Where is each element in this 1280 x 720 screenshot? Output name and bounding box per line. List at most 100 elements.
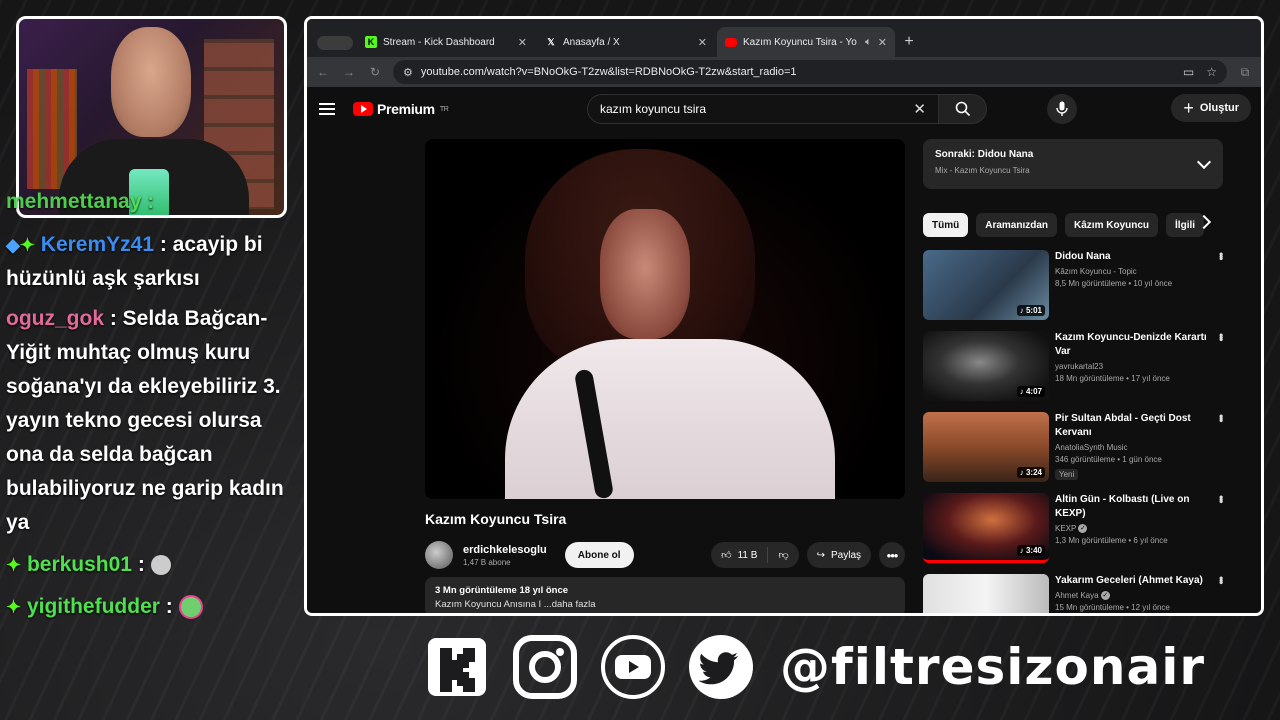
chat-message: ✦ yigithefudder : bbox=[6, 590, 300, 624]
clear-search-icon[interactable]: ✕ bbox=[913, 100, 926, 118]
video-thumbnail[interactable]: ♪ 3:24 bbox=[923, 412, 1049, 482]
more-actions-button[interactable]: ••• bbox=[879, 542, 905, 568]
create-label: Oluştur bbox=[1199, 102, 1239, 114]
chat-text: : Selda Bağcan-Yiğit muhtaç olmuş kuru s… bbox=[6, 307, 284, 534]
rec-meta: 18 Mn görüntüleme • 17 yıl önce bbox=[1055, 374, 1170, 383]
search-input[interactable]: kazım koyuncu tsira ✕ bbox=[587, 94, 939, 124]
description-text: Kazım Koyuncu Anısına I ...daha fazla bbox=[435, 599, 596, 610]
tab-kick-dashboard[interactable]: K Stream - Kick Dashboard ✕ bbox=[357, 27, 535, 57]
chat-username: yigithefudder bbox=[26, 595, 160, 618]
duration-badge: ♪ 4:07 bbox=[1016, 386, 1045, 397]
cube-badge-icon: ◆ bbox=[6, 235, 20, 255]
close-icon[interactable]: ✕ bbox=[698, 36, 707, 49]
rec-title: Didou Nana bbox=[1055, 251, 1111, 262]
close-icon[interactable]: ✕ bbox=[518, 36, 527, 49]
youtube-icon bbox=[725, 37, 737, 47]
more-vert-icon[interactable]: ••• bbox=[1214, 333, 1228, 340]
emote-icon bbox=[178, 595, 203, 620]
kick-badge-icon: ✦ bbox=[6, 555, 22, 575]
channel-avatar[interactable] bbox=[425, 541, 453, 569]
share-icon: ↪ bbox=[816, 549, 825, 561]
back-icon[interactable]: ← bbox=[315, 65, 331, 79]
menu-icon[interactable] bbox=[319, 103, 335, 115]
tab-title: Stream - Kick Dashboard bbox=[383, 36, 495, 48]
chat-text: : bbox=[132, 553, 145, 576]
voice-search-button[interactable] bbox=[1047, 94, 1077, 124]
chat-username: KeremYz41 bbox=[40, 233, 155, 256]
video-thumbnail[interactable]: ♪ 5:01 bbox=[923, 250, 1049, 320]
video-frame-shirt bbox=[505, 339, 835, 499]
up-next-subtitle: Mix - Kazım Koyuncu Tsira bbox=[935, 166, 1030, 175]
duration-badge: ♪ 3:40 bbox=[1016, 545, 1045, 556]
logo-text: Premium bbox=[377, 101, 435, 117]
video-description[interactable]: 3 Mn görüntüleme 18 yıl önce Kazım Koyun… bbox=[425, 577, 905, 613]
search-icon bbox=[955, 101, 970, 117]
duration-badge: ♪ 3:24 bbox=[1016, 467, 1045, 478]
cast-icon[interactable]: ▭ bbox=[1183, 65, 1194, 79]
social-footer: @filtresizonair bbox=[424, 632, 1205, 702]
instagram-icon bbox=[512, 634, 578, 700]
plus-icon: + bbox=[1183, 97, 1194, 118]
reload-icon[interactable]: ↻ bbox=[367, 65, 383, 79]
youtube-header: Premium TR kazım koyuncu tsira ✕ + Oluştu… bbox=[307, 87, 1261, 131]
up-next-panel[interactable]: Sonraki: Didou Nana Mix - Kazım Koyuncu … bbox=[923, 139, 1223, 189]
tab-groups-button[interactable] bbox=[315, 29, 355, 57]
more-vert-icon[interactable]: ••• bbox=[1214, 495, 1228, 502]
chip-from-search[interactable]: Aramanızdan bbox=[976, 213, 1058, 237]
youtube-logo-icon bbox=[600, 634, 666, 700]
chip-related[interactable]: İlgili bbox=[1166, 213, 1205, 237]
recommendation-item[interactable]: Yakarım Geceleri (Ahmet Kaya) Ahmet Kaya… bbox=[923, 574, 1228, 613]
address-bar: ← → ↻ ⚙ youtube.com/watch?v=BNoOkG-T2zw&… bbox=[307, 57, 1261, 87]
streamer-head bbox=[111, 27, 191, 137]
channel-name[interactable]: erdichkelesoglu bbox=[463, 544, 547, 556]
recommendation-item[interactable]: ♪ 4:07 Kazım Koyuncu-Denizde Karartı Var… bbox=[923, 331, 1228, 407]
subscribe-button[interactable]: Abone ol bbox=[564, 542, 634, 568]
url-field[interactable]: ⚙ youtube.com/watch?v=BNoOkG-T2zw&list=R… bbox=[393, 60, 1227, 84]
share-button[interactable]: ↪ Paylaş bbox=[806, 542, 871, 568]
more-vert-icon[interactable]: ••• bbox=[1214, 414, 1228, 421]
dislike-button[interactable]: 👎︎ bbox=[768, 549, 798, 561]
video-thumbnail[interactable]: ♪ 4:07 bbox=[923, 331, 1049, 401]
duration-badge: ♪ 5:01 bbox=[1016, 305, 1045, 316]
video-thumbnail[interactable] bbox=[923, 574, 1049, 613]
recommendation-item[interactable]: ♪ 3:24 Pir Sultan Abdal - Geçti Dost Ker… bbox=[923, 412, 1228, 488]
speaker-icon[interactable]: 🔈︎ bbox=[865, 36, 872, 49]
tab-bar: K Stream - Kick Dashboard ✕ 𝕏 Anasayfa /… bbox=[307, 19, 1261, 57]
thumbs-down-icon: 👎︎ bbox=[778, 550, 789, 561]
chat-message-partial: mehmettanay : bbox=[6, 192, 300, 214]
youtube-premium-logo[interactable]: Premium TR bbox=[353, 101, 449, 117]
recommendation-item[interactable]: ♪ 3:40 Altin Gün - Kolbastı (Live on KEX… bbox=[923, 493, 1228, 569]
forward-icon[interactable]: → bbox=[341, 65, 357, 79]
rec-meta: 1,3 Mn görüntüleme • 6 yıl önce bbox=[1055, 536, 1168, 546]
close-icon[interactable]: ✕ bbox=[878, 36, 887, 49]
chat-username: berkush01 bbox=[26, 553, 132, 576]
rec-channel: KEXP ✓ bbox=[1055, 524, 1088, 534]
logo-region: TR bbox=[439, 105, 449, 113]
like-button[interactable]: 👍︎ 11 B bbox=[711, 547, 769, 563]
rec-title: Kazım Koyuncu-Denizde Karartı Var bbox=[1055, 332, 1207, 357]
chip-all[interactable]: Tümü bbox=[923, 213, 969, 237]
search-button[interactable] bbox=[939, 94, 987, 124]
url-text: youtube.com/watch?v=BNoOkG-T2zw&list=RDB… bbox=[420, 66, 797, 78]
rec-channel: Kâzım Koyuncu - Topic bbox=[1055, 267, 1137, 276]
more-vert-icon[interactable]: ••• bbox=[1214, 252, 1228, 259]
recommendation-list: ♪ 5:01 Didou Nana Kâzım Koyuncu - Topic … bbox=[923, 250, 1228, 613]
recommendation-info: Yakarım Geceleri (Ahmet Kaya) Ahmet Kaya… bbox=[1055, 574, 1210, 613]
extensions-icon[interactable]: ⧉ bbox=[1237, 65, 1253, 80]
video-player[interactable] bbox=[425, 139, 905, 499]
tab-x-home[interactable]: 𝕏 Anasayfa / X ✕ bbox=[537, 27, 715, 57]
rec-title: Altin Gün - Kolbastı (Live on KEXP) bbox=[1055, 494, 1190, 519]
site-settings-icon[interactable]: ⚙ bbox=[403, 66, 413, 79]
tab-youtube[interactable]: Kazım Koyuncu Tsira - Yo 🔈︎ ✕ bbox=[717, 27, 895, 57]
create-button[interactable]: + Oluştur bbox=[1171, 94, 1251, 122]
more-vert-icon[interactable]: ••• bbox=[1214, 576, 1228, 583]
video-thumbnail[interactable]: ♪ 3:40 bbox=[923, 493, 1049, 563]
chat-text: : bbox=[159, 595, 173, 618]
new-tab-button[interactable]: + bbox=[897, 27, 921, 57]
recommendation-item[interactable]: ♪ 5:01 Didou Nana Kâzım Koyuncu - Topic … bbox=[923, 250, 1228, 326]
video-title: Kazım Koyuncu Tsira bbox=[425, 511, 567, 527]
bookmark-star-icon[interactable]: ☆ bbox=[1206, 65, 1217, 79]
chat-overlay: mehmettanay : ◆✦ KeremYz41 : acayip bi h… bbox=[6, 192, 300, 624]
twitter-bird-icon bbox=[688, 634, 754, 700]
chip-kazim-koyuncu[interactable]: Kâzım Koyuncu bbox=[1065, 213, 1159, 237]
